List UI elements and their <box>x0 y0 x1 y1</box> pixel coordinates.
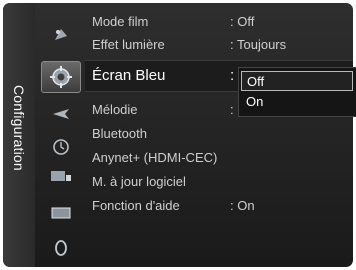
dropdown-option-label: Off <box>247 74 265 89</box>
menu-item-label: Mode film <box>92 14 149 29</box>
menu-panel: Configuration Mode film: Off Effet lumi… <box>3 3 353 267</box>
menu-item-label: Écran Bleu <box>92 67 166 84</box>
category-icon-column <box>35 3 85 267</box>
tv-menu-screen: Configuration Mode film: Off Effet lumi… <box>0 0 356 270</box>
menu-item-label: Anynet+ (HDMI-CEC) <box>92 150 218 165</box>
clock-icon[interactable] <box>50 137 72 157</box>
menu-item-anynet[interactable]: Anynet+ (HDMI-CEC) <box>85 148 353 168</box>
screen-icon[interactable] <box>50 203 72 223</box>
menu-item-label: Fonction d'aide <box>92 198 180 213</box>
menu-item-value: : Off <box>230 14 255 29</box>
sidebar-title: Configuration <box>11 85 27 171</box>
dropdown-option-label: On <box>246 94 264 109</box>
menu-item-value: : <box>230 67 235 84</box>
dropdown-option-off[interactable]: Off <box>241 71 353 91</box>
menu-item-label: M. à jour logiciel <box>92 174 186 189</box>
menu-item-value: : Toujours <box>230 37 287 52</box>
menu-item-label: Mélodie <box>92 102 138 117</box>
menu-item-label: Effet lumière <box>92 37 165 52</box>
channel-icon[interactable] <box>50 104 72 124</box>
menu-item-effet-lumiere[interactable]: Effet lumière : Toujours <box>85 35 353 55</box>
settings-menu: Mode film : Off Effet lumière : Toujours… <box>85 3 353 267</box>
sidebar: Configuration <box>3 3 35 267</box>
menu-item-mise-a-jour[interactable]: M. à jour logiciel <box>85 172 353 192</box>
menu-item-value: : <box>230 102 234 117</box>
input-icon[interactable] <box>50 166 72 186</box>
menu-item-fonction-aide[interactable]: Fonction d'aide : On <box>85 196 353 216</box>
picture-icon[interactable] <box>50 25 72 45</box>
support-icon[interactable] <box>50 238 72 258</box>
dropdown-option-on[interactable]: On <box>241 92 353 112</box>
ecran-bleu-dropdown: Off On <box>238 67 356 117</box>
menu-item-value: : On <box>230 198 255 213</box>
menu-item-mode-film[interactable]: Mode film : Off <box>85 12 353 32</box>
settings-gear-icon[interactable] <box>41 61 81 93</box>
menu-item-bluetooth[interactable]: Bluetooth <box>85 124 353 144</box>
menu-item-label: Bluetooth <box>92 126 147 141</box>
